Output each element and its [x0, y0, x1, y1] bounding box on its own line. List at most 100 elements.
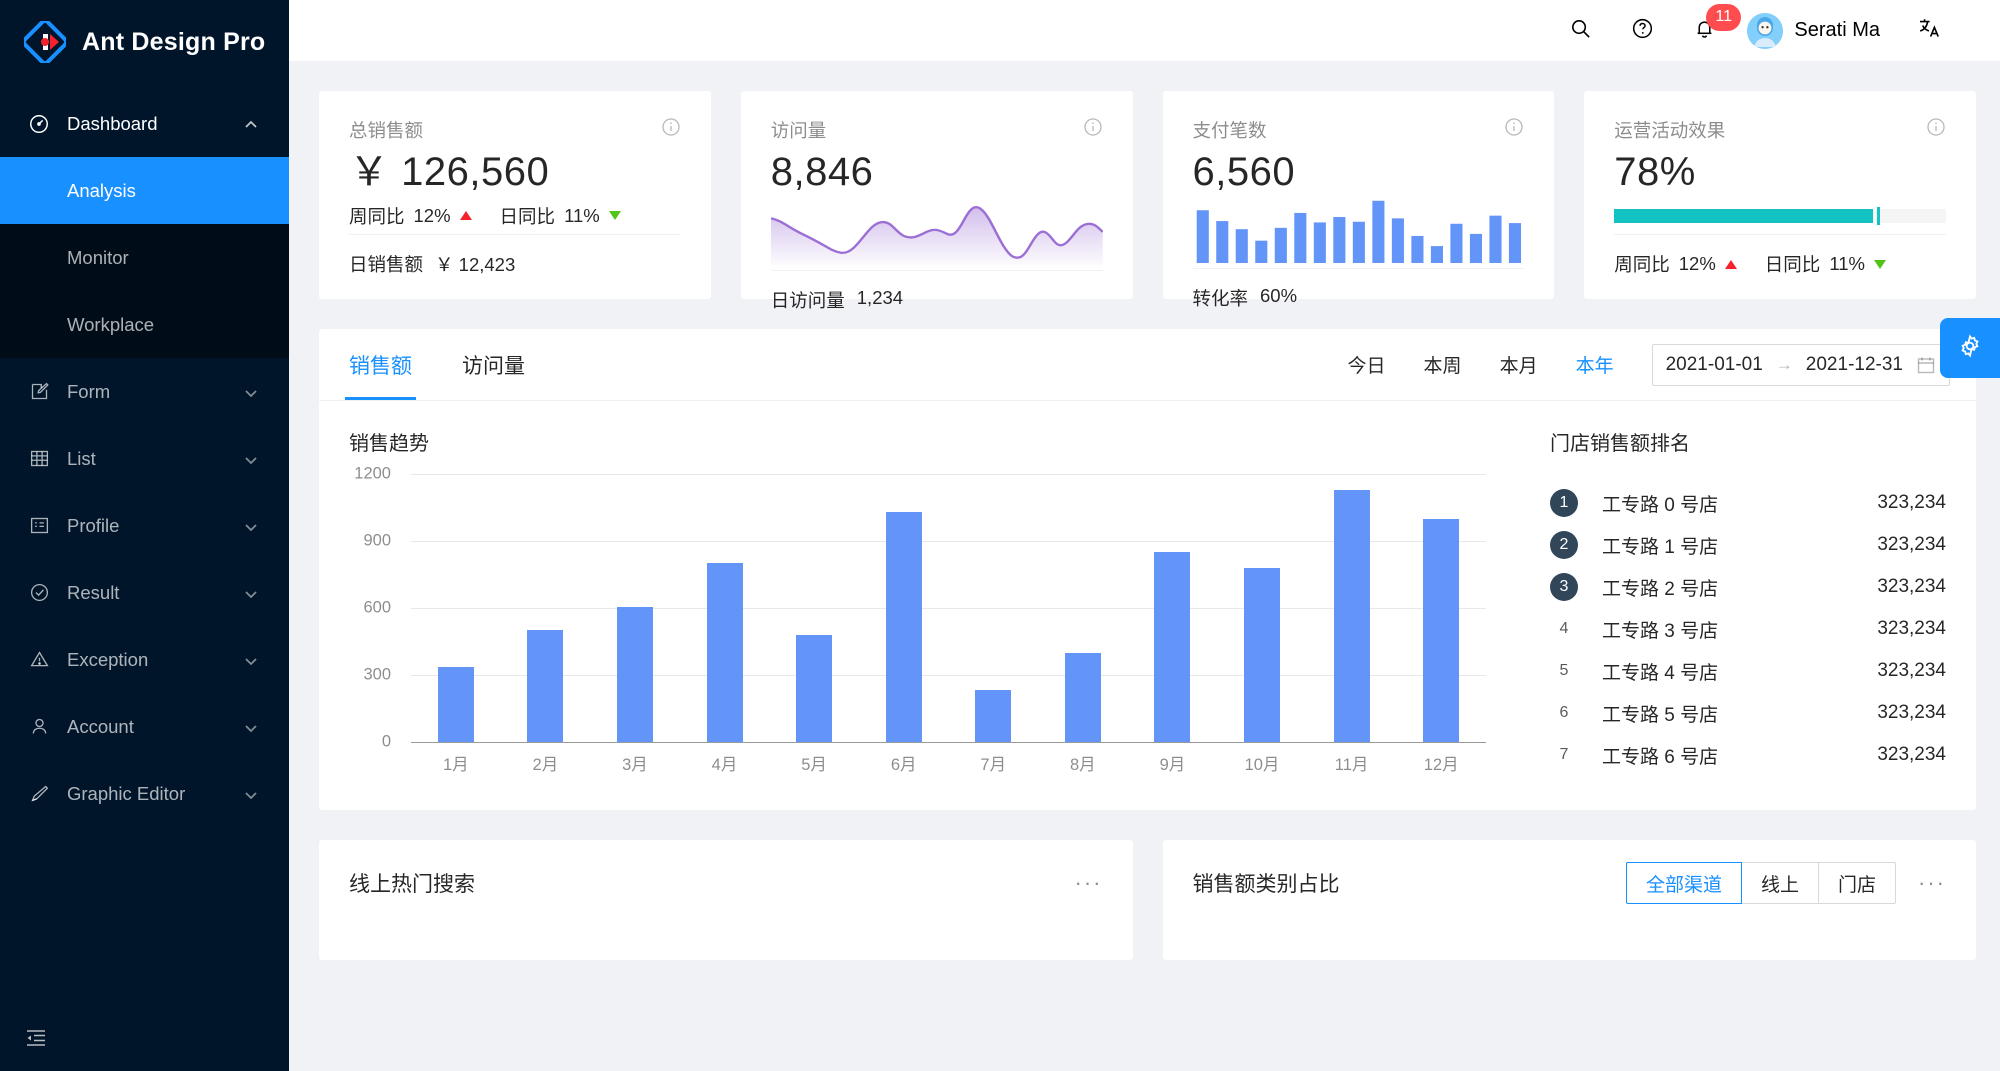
card-value: ￥ 126,560 [349, 147, 681, 197]
rank-number-badge: 1 [1550, 489, 1578, 517]
rank-store-name: 工专路 2 号店 [1602, 574, 1877, 601]
bar[interactable] [1154, 552, 1190, 742]
date-end[interactable]: 2021-12-31 [1806, 354, 1903, 376]
rank-list-item[interactable]: 4工专路 3 号店323,234 [1550, 608, 1946, 650]
bar-slot[interactable] [501, 474, 591, 742]
arrow-down-icon [1874, 260, 1886, 269]
ellipsis-icon[interactable]: ··· [1918, 870, 1946, 896]
segment-all-channels[interactable]: 全部渠道 [1626, 862, 1742, 904]
rank-list-item[interactable]: 6工专路 5 号店323,234 [1550, 692, 1946, 734]
app-root: Ant Design Pro Dashboard Analysis [0, 0, 2000, 1071]
info-circle-icon[interactable] [1926, 117, 1946, 137]
language-button[interactable] [1898, 0, 1960, 61]
rank-number-badge: 2 [1550, 531, 1578, 559]
info-circle-icon[interactable] [1504, 117, 1524, 137]
progress-bar-fill [1614, 209, 1873, 223]
sidebar-item-label: Form [67, 381, 243, 403]
bar[interactable] [707, 563, 743, 742]
sidebar-item-exception[interactable]: Exception [0, 626, 289, 693]
card-footer: 周同比 12% 日同比 11% [1614, 234, 1946, 277]
bar[interactable] [527, 630, 563, 742]
help-button[interactable] [1611, 0, 1673, 61]
sidebar-item-workplace[interactable]: Workplace [0, 291, 289, 358]
bar-slot[interactable] [411, 474, 501, 742]
bar[interactable] [886, 512, 922, 742]
form-edit-icon [27, 380, 51, 404]
range-today[interactable]: 今日 [1348, 351, 1386, 378]
rank-list: 1工专路 0 号店323,2342工专路 1 号店323,2343工专路 2 号… [1550, 482, 1946, 776]
bar[interactable] [1334, 490, 1370, 742]
date-range-picker[interactable]: 2021-01-01 → 2021-12-31 [1652, 344, 1950, 386]
rank-store-name: 工专路 6 号店 [1602, 742, 1877, 769]
sidebar-item-analysis[interactable]: Analysis [0, 157, 289, 224]
bar-slot[interactable] [1396, 474, 1486, 742]
rank-list-item[interactable]: 7工专路 6 号店323,234 [1550, 734, 1946, 776]
search-icon [1569, 17, 1592, 45]
sidebar-collapse-button[interactable] [0, 1009, 289, 1071]
bar[interactable] [1065, 653, 1101, 742]
card-header: 运营活动效果 [1614, 117, 1946, 143]
payments-mini-bars [1193, 197, 1525, 268]
y-axis-tick: 0 [382, 733, 391, 752]
sidebar-item-monitor[interactable]: Monitor [0, 224, 289, 291]
tab-visits[interactable]: 访问量 [458, 329, 529, 400]
dashboard-icon [27, 112, 51, 136]
ant-design-logo-icon [24, 21, 66, 63]
bar-slot[interactable] [948, 474, 1038, 742]
sidebar-item-list[interactable]: List [0, 425, 289, 492]
bar-slot[interactable] [590, 474, 680, 742]
date-start[interactable]: 2021-01-01 [1666, 354, 1763, 376]
rank-list-item[interactable]: 2工专路 1 号店323,234 [1550, 524, 1946, 566]
chart-title: 销售趋势 [349, 427, 1486, 456]
segment-online[interactable]: 线上 [1741, 862, 1819, 904]
search-button[interactable] [1549, 0, 1611, 61]
rank-list-item[interactable]: 5工专路 4 号店323,234 [1550, 650, 1946, 692]
brand-header[interactable]: Ant Design Pro [0, 0, 289, 84]
bar-slot[interactable] [680, 474, 770, 742]
bar[interactable] [617, 607, 653, 742]
chevron-down-icon [243, 786, 259, 802]
ellipsis-icon[interactable]: ··· [1075, 870, 1103, 896]
range-this-week[interactable]: 本周 [1424, 351, 1462, 378]
trend-label: 日同比 [1765, 251, 1821, 277]
user-menu[interactable]: Serati Ma [1735, 13, 1898, 49]
bar-slot[interactable] [859, 474, 949, 742]
sidebar-item-graphic-editor[interactable]: Graphic Editor [0, 760, 289, 827]
sidebar-item-label: Result [67, 582, 243, 604]
bar[interactable] [1244, 568, 1280, 742]
sales-trend-chart-column: 销售趋势 03006009001200 1月2月3月4月5月6月7月8月9月10… [349, 427, 1516, 776]
y-axis-tick: 300 [363, 666, 391, 685]
bar-slot[interactable] [1307, 474, 1397, 742]
sidebar-item-account[interactable]: Account [0, 693, 289, 760]
notifications-button[interactable]: 11 [1673, 0, 1735, 61]
card-value: 8,846 [771, 147, 1103, 197]
card-title: 线上热门搜索 [349, 868, 475, 898]
sidebar-item-profile[interactable]: Profile [0, 492, 289, 559]
bar-slot[interactable] [1038, 474, 1128, 742]
sidebar-item-form[interactable]: Form [0, 358, 289, 425]
sidebar-item-result[interactable]: Result [0, 559, 289, 626]
arrow-down-icon [609, 211, 621, 220]
tab-sales[interactable]: 销售额 [345, 329, 416, 400]
bar[interactable] [796, 635, 832, 742]
rank-store-value: 323,234 [1877, 702, 1946, 724]
rank-list-item[interactable]: 3工专路 2 号店323,234 [1550, 566, 1946, 608]
sidebar-item-dashboard[interactable]: Dashboard [0, 90, 289, 157]
range-this-year[interactable]: 本年 [1576, 351, 1614, 378]
bar[interactable] [975, 690, 1011, 742]
sidebar: Ant Design Pro Dashboard Analysis [0, 0, 289, 1071]
bottom-cards-row: 线上热门搜索 ··· 销售额类别占比 全部渠道 线上 门店 · [319, 840, 1976, 960]
bar-slot[interactable] [769, 474, 859, 742]
bar-slot[interactable] [1217, 474, 1307, 742]
bar[interactable] [438, 667, 474, 742]
info-circle-icon[interactable] [1083, 117, 1103, 137]
bar-slot[interactable] [1128, 474, 1218, 742]
rank-list-item[interactable]: 1工专路 0 号店323,234 [1550, 482, 1946, 524]
range-this-month[interactable]: 本月 [1500, 351, 1538, 378]
info-circle-icon[interactable] [661, 117, 681, 137]
segment-stores[interactable]: 门店 [1818, 862, 1896, 904]
settings-drawer-button[interactable] [1940, 318, 2000, 378]
bar[interactable] [1423, 519, 1459, 742]
card-header: 支付笔数 [1193, 117, 1525, 143]
card-value: 78% [1614, 147, 1946, 197]
